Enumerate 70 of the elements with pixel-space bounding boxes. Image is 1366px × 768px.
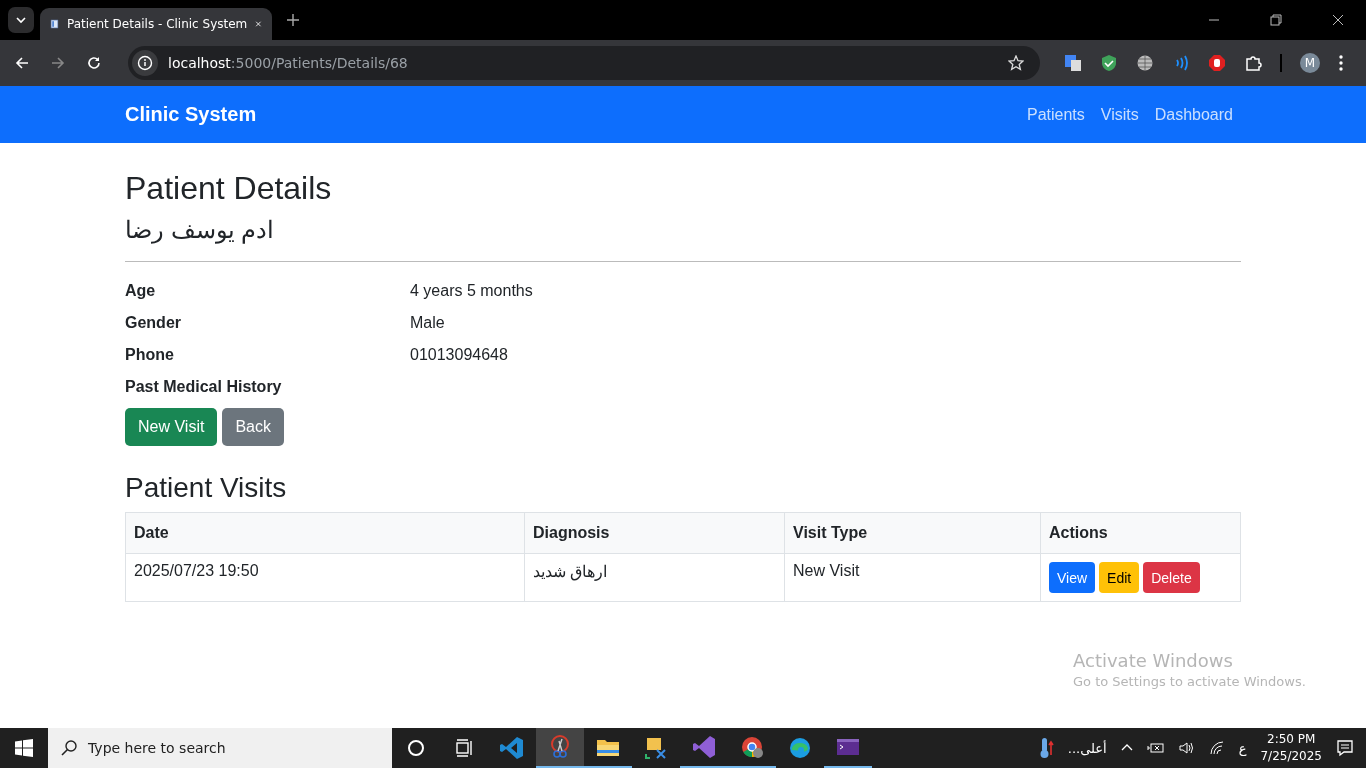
star-icon[interactable] (1008, 55, 1024, 71)
thermometer-icon (1039, 737, 1054, 759)
code-editor-icon (500, 736, 524, 760)
chevron-down-icon (15, 14, 27, 26)
search-icon (60, 739, 78, 757)
nav-link[interactable]: Dashboard (1154, 105, 1233, 124)
column-header: Date (125, 512, 525, 554)
task-view-icon (455, 739, 473, 757)
stop-hand-icon[interactable] (1208, 54, 1226, 72)
nav-link[interactable]: Visits (1100, 105, 1139, 124)
search-field[interactable]: Type here to search (48, 728, 392, 768)
shield-icon[interactable] (1100, 54, 1118, 72)
detail-label: Phone (125, 345, 175, 365)
action-button[interactable]: New Visit (125, 408, 218, 446)
browser-logo-icon (740, 735, 764, 759)
battery-icon[interactable] (1146, 741, 1165, 755)
section-title: Patient Visits (125, 472, 288, 504)
column-header: Visit Type (784, 512, 1041, 554)
forward-icon[interactable] (50, 55, 66, 71)
brand-link[interactable]: Clinic System (125, 103, 257, 126)
table-cell: New Visit (784, 553, 1041, 602)
detail-value: Male (410, 314, 445, 331)
translate-icon[interactable] (1064, 54, 1082, 72)
activation-message: Go to Settings to activate Windows. (1073, 674, 1306, 689)
tools-icon (644, 736, 668, 760)
wifi-icon[interactable] (1208, 741, 1225, 755)
clock-time: 2:50 PM (1267, 731, 1316, 748)
nav-link[interactable]: Patients (1026, 105, 1085, 124)
back-icon[interactable] (14, 55, 30, 71)
new-tab-icon[interactable] (286, 13, 300, 27)
close-icon[interactable] (255, 18, 262, 30)
puzzle-icon[interactable] (1244, 54, 1262, 72)
close-icon[interactable] (1332, 14, 1344, 26)
circle-icon (407, 739, 425, 757)
browser-tab[interactable]: Patient Details - Clinic System (40, 8, 272, 40)
restore-icon[interactable] (1270, 14, 1282, 26)
row-action-button[interactable]: Edit (1099, 562, 1140, 593)
clock-date: 7/25/2025 (1260, 748, 1322, 765)
menu-icon[interactable] (1338, 54, 1344, 72)
row-action-button[interactable]: View (1049, 562, 1096, 593)
tab-title: Patient Details - Clinic System (66, 17, 248, 31)
action-button[interactable]: Back (222, 408, 284, 446)
column-header: Actions (1040, 512, 1241, 554)
table-cell: 2025/07/23 19:50 (125, 553, 525, 602)
notification-icon[interactable] (1336, 739, 1354, 757)
reload-icon[interactable] (86, 55, 102, 71)
scissors-icon (548, 735, 572, 759)
table-cell: ارهاق شديد (524, 553, 785, 602)
weather-text: أعلى... (1067, 740, 1107, 756)
tab-list-button[interactable] (8, 7, 34, 33)
wave-logo-icon (788, 736, 812, 760)
row-action-button[interactable]: Delete (1143, 562, 1200, 593)
activation-title: Activate Windows (1073, 650, 1234, 671)
windows-logo-icon (15, 739, 33, 757)
detail-label: Age (125, 281, 157, 301)
info-icon[interactable] (132, 50, 158, 76)
globe-icon[interactable] (1136, 54, 1154, 72)
detail-value: 4 years 5 months (410, 282, 533, 299)
detail-label: Gender (125, 313, 182, 333)
url-text: localhost:5000/Patients/Details/68 (168, 55, 408, 71)
input-language[interactable]: ع (1238, 740, 1247, 756)
detail-label: Past Medical History (125, 377, 283, 397)
address-bar[interactable]: localhost:5000/Patients/Details/68 (128, 46, 1040, 80)
speaker-icon[interactable] (1178, 741, 1195, 755)
detail-value: 01013094648 (410, 346, 508, 363)
page-icon (50, 16, 59, 32)
profile-avatar[interactable]: M (1300, 53, 1320, 73)
column-header: Diagnosis (524, 512, 785, 554)
patient-name: ادم يوسف رضا (125, 215, 276, 245)
page-title: Patient Details (125, 169, 333, 207)
